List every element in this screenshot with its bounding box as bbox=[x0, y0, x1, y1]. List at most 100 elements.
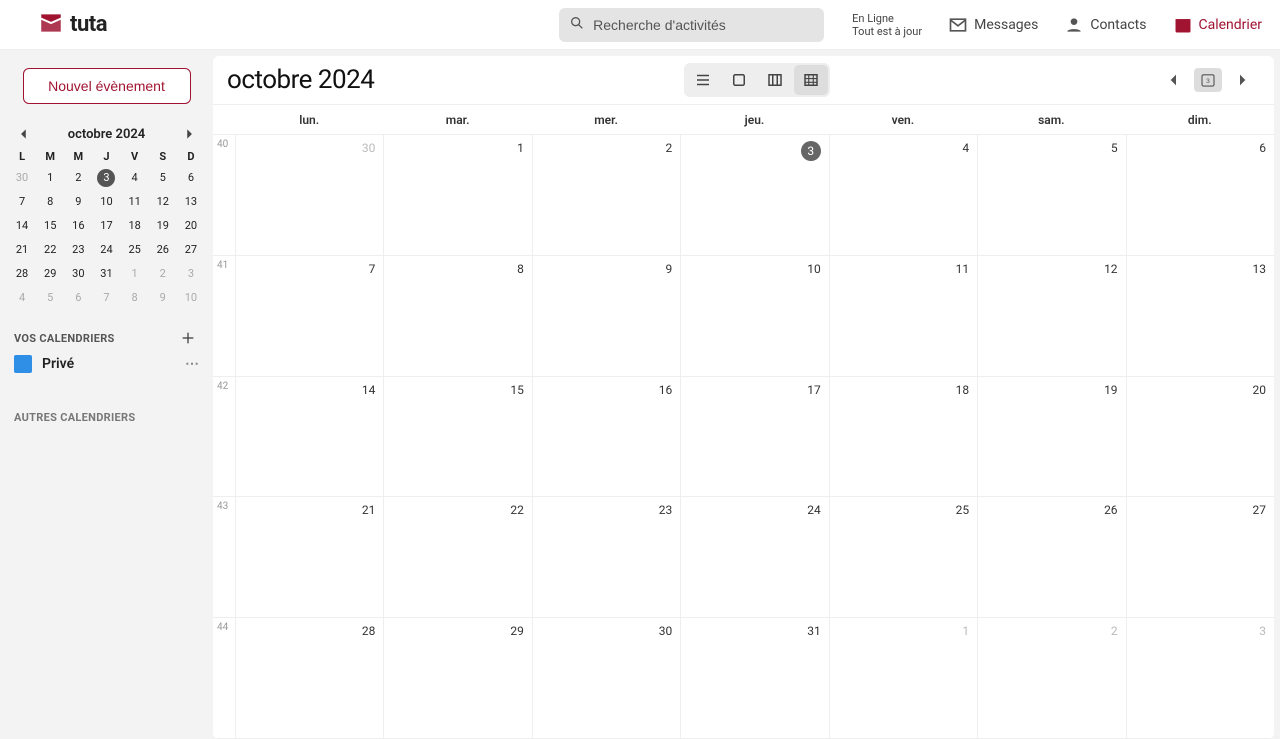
view-agenda-button[interactable] bbox=[686, 65, 720, 95]
new-event-button[interactable]: Nouvel évènement bbox=[23, 68, 191, 104]
day-cell[interactable]: 30 bbox=[235, 135, 383, 255]
mini-day[interactable]: 10 bbox=[177, 289, 205, 307]
mini-day[interactable]: 6 bbox=[64, 289, 92, 307]
mini-day[interactable]: 9 bbox=[149, 289, 177, 307]
day-cell[interactable]: 6 bbox=[1126, 135, 1274, 255]
prev-period-button[interactable] bbox=[1160, 66, 1188, 94]
search-box[interactable] bbox=[559, 8, 824, 42]
day-cell[interactable]: 26 bbox=[977, 497, 1125, 617]
mini-day[interactable]: 30 bbox=[8, 169, 36, 187]
day-cell[interactable]: 1 bbox=[383, 135, 531, 255]
mini-day[interactable]: 7 bbox=[8, 193, 36, 211]
day-cell[interactable]: 17 bbox=[680, 377, 828, 497]
mini-day[interactable]: 9 bbox=[64, 193, 92, 211]
day-cell[interactable]: 11 bbox=[829, 256, 977, 376]
mini-prev-month[interactable] bbox=[14, 124, 34, 144]
mini-next-month[interactable] bbox=[179, 124, 199, 144]
day-cell[interactable]: 20 bbox=[1126, 377, 1274, 497]
day-cell[interactable]: 19 bbox=[977, 377, 1125, 497]
mini-day[interactable]: 14 bbox=[8, 217, 36, 235]
day-cell[interactable]: 7 bbox=[235, 256, 383, 376]
mini-day[interactable]: 20 bbox=[177, 217, 205, 235]
mini-day[interactable]: 25 bbox=[121, 241, 149, 259]
day-cell[interactable]: 30 bbox=[532, 618, 680, 738]
mini-day[interactable]: 1 bbox=[121, 265, 149, 283]
mini-day[interactable]: 6 bbox=[177, 169, 205, 187]
day-cell[interactable]: 13 bbox=[1126, 256, 1274, 376]
mini-day[interactable]: 19 bbox=[149, 217, 177, 235]
day-cell[interactable]: 22 bbox=[383, 497, 531, 617]
mini-day[interactable]: 4 bbox=[8, 289, 36, 307]
day-cell[interactable]: 25 bbox=[829, 497, 977, 617]
view-week-button[interactable] bbox=[758, 65, 792, 95]
mini-day[interactable]: 1 bbox=[36, 169, 64, 187]
logo[interactable]: tuta bbox=[38, 10, 107, 40]
mini-day[interactable]: 3 bbox=[177, 265, 205, 283]
day-cell[interactable]: 21 bbox=[235, 497, 383, 617]
day-cell[interactable]: 2 bbox=[532, 135, 680, 255]
mini-day[interactable]: 24 bbox=[92, 241, 120, 259]
mini-day[interactable]: 29 bbox=[36, 265, 64, 283]
mini-grid: LMMJVSD301234567891011121314151617181920… bbox=[8, 150, 205, 307]
calendar-main: octobre 2024 3 lun.mar.mer.jeu.ven.sam.d… bbox=[213, 56, 1274, 739]
mini-day[interactable]: 21 bbox=[8, 241, 36, 259]
mini-day[interactable]: 10 bbox=[92, 193, 120, 211]
calendar-item[interactable]: Privé⋯ bbox=[6, 349, 207, 379]
mini-day[interactable]: 8 bbox=[121, 289, 149, 307]
mini-day[interactable]: 15 bbox=[36, 217, 64, 235]
view-month-button[interactable] bbox=[794, 65, 828, 95]
day-cell[interactable]: 3 bbox=[680, 135, 828, 255]
day-cell[interactable]: 14 bbox=[235, 377, 383, 497]
day-cell[interactable]: 4 bbox=[829, 135, 977, 255]
mini-day[interactable]: 17 bbox=[92, 217, 120, 235]
mini-day[interactable]: 18 bbox=[121, 217, 149, 235]
mini-day[interactable]: 2 bbox=[149, 265, 177, 283]
mini-day[interactable]: 22 bbox=[36, 241, 64, 259]
day-cell[interactable]: 18 bbox=[829, 377, 977, 497]
next-period-button[interactable] bbox=[1228, 66, 1256, 94]
today-button[interactable]: 3 bbox=[1194, 68, 1222, 92]
day-cell[interactable]: 31 bbox=[680, 618, 828, 738]
day-cell[interactable]: 8 bbox=[383, 256, 531, 376]
day-cell[interactable]: 3 bbox=[1126, 618, 1274, 738]
calendar-more-icon[interactable]: ⋯ bbox=[185, 356, 199, 372]
nav-calendar[interactable]: Calendrier bbox=[1167, 11, 1269, 39]
add-calendar-button[interactable] bbox=[177, 327, 199, 349]
mini-day[interactable]: 27 bbox=[177, 241, 205, 259]
day-cell[interactable]: 28 bbox=[235, 618, 383, 738]
day-cell[interactable]: 16 bbox=[532, 377, 680, 497]
day-cell[interactable]: 24 bbox=[680, 497, 828, 617]
mini-day[interactable]: 13 bbox=[177, 193, 205, 211]
day-cell[interactable]: 23 bbox=[532, 497, 680, 617]
nav-label: Messages bbox=[974, 17, 1038, 33]
day-cell[interactable]: 15 bbox=[383, 377, 531, 497]
mini-day[interactable]: 11 bbox=[121, 193, 149, 211]
day-cell[interactable]: 1 bbox=[829, 618, 977, 738]
mini-day[interactable]: 5 bbox=[149, 169, 177, 187]
mini-day[interactable]: 16 bbox=[64, 217, 92, 235]
search-input[interactable] bbox=[593, 17, 814, 33]
mini-day[interactable]: 4 bbox=[121, 169, 149, 187]
mini-day[interactable]: 23 bbox=[64, 241, 92, 259]
week-row: 4178910111213 bbox=[213, 256, 1274, 377]
day-cell[interactable]: 29 bbox=[383, 618, 531, 738]
nav-contacts[interactable]: Contacts bbox=[1058, 11, 1152, 39]
mini-day[interactable]: 28 bbox=[8, 265, 36, 283]
mini-day[interactable]: 30 bbox=[64, 265, 92, 283]
mini-day[interactable]: 26 bbox=[149, 241, 177, 259]
day-cell[interactable]: 5 bbox=[977, 135, 1125, 255]
mini-day[interactable]: 3 bbox=[97, 169, 115, 187]
mini-day[interactable]: 12 bbox=[149, 193, 177, 211]
mini-day[interactable]: 2 bbox=[64, 169, 92, 187]
day-cell[interactable]: 2 bbox=[977, 618, 1125, 738]
day-cell[interactable]: 10 bbox=[680, 256, 828, 376]
day-cell[interactable]: 12 bbox=[977, 256, 1125, 376]
day-cell[interactable]: 9 bbox=[532, 256, 680, 376]
mini-day[interactable]: 7 bbox=[92, 289, 120, 307]
view-day-button[interactable] bbox=[722, 65, 756, 95]
mini-day[interactable]: 5 bbox=[36, 289, 64, 307]
mini-day[interactable]: 8 bbox=[36, 193, 64, 211]
day-cell[interactable]: 27 bbox=[1126, 497, 1274, 617]
mini-day[interactable]: 31 bbox=[92, 265, 120, 283]
nav-messages[interactable]: Messages bbox=[942, 11, 1044, 39]
